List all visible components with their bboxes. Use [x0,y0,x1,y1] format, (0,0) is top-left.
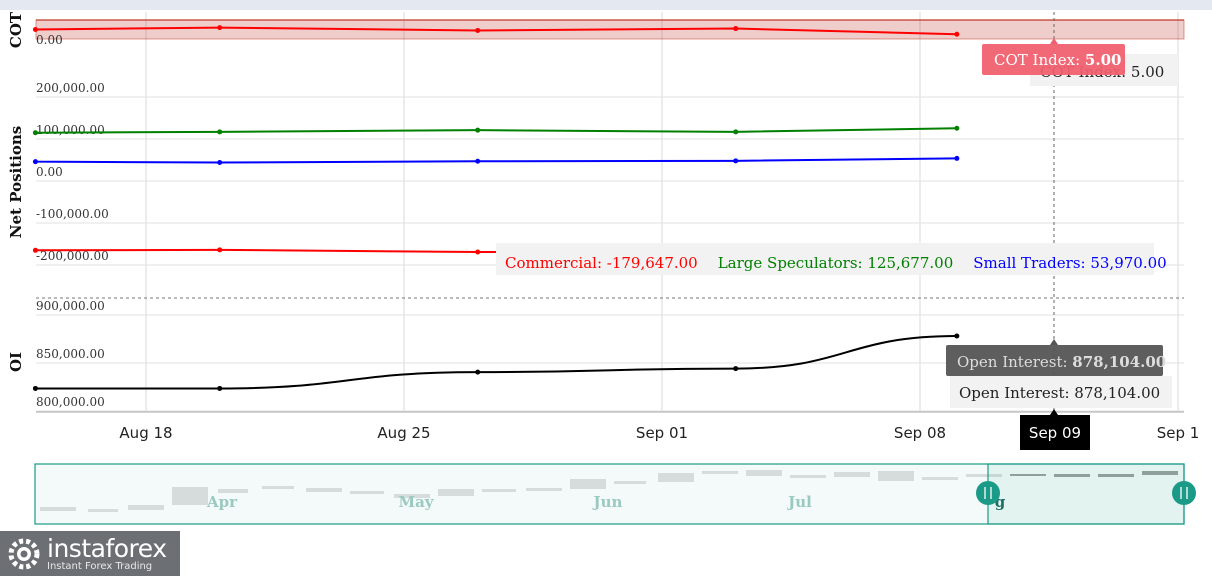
logo-tagline: Instant Forex Trading [47,560,153,572]
navigator-month-label: Jul [786,493,812,511]
series-point [475,27,481,33]
series-point [733,366,739,372]
series-point [32,130,38,136]
hover-date-label: Sep 09 [1020,409,1090,450]
cot-chart[interactable]: COT Net Positions OI 0.00 200,000.00 100,0… [0,0,1212,530]
y-tick-label: 200,000.00 [36,81,105,95]
series-line-net-1 [35,127,957,134]
series-point [954,155,960,161]
instaforex-logo: instaforex Instant Forex Trading [0,531,180,576]
series-point [217,129,223,135]
tooltip-small-traders: Small Traders: [973,254,1090,272]
series-line-oi-0 [35,335,957,390]
range-navigator[interactable]: Apr May Jun Jul g [34,463,1196,525]
y-ticks: 0.00200,000.00100,000.000.00-100,000.00-… [36,33,109,409]
oi-hover-tooltip: Open Interest: 878,104.00 [946,339,1166,376]
series-point [32,27,38,32]
series-point [217,385,223,391]
oi-fixed-tooltip: Open Interest: 878,104.00 [950,376,1172,408]
y-tick-label: 850,000.00 [36,347,105,361]
x-tick-label: Sep 08 [894,424,946,442]
series-point [475,249,481,255]
y-tick-label: 900,000.00 [36,299,105,313]
series-point [217,160,223,166]
navigator-month-label: Jun [592,493,623,511]
series-point [475,158,481,164]
series-point [475,127,481,133]
series-point [32,385,38,391]
x-tick-label: Sep 1 [1157,424,1200,442]
navigator-month-label: Apr [206,493,238,511]
net-fixed-tooltip: Commercial: -179,647.00 Large Speculators… [496,243,1167,275]
series-point [217,247,223,253]
tooltip-commercial: Commercial: [505,254,607,272]
navigator-selection[interactable] [987,463,1185,525]
series-point [954,333,960,339]
y-tick-label: -100,000.00 [36,207,109,221]
series-point [733,129,739,135]
y-tick-label: 100,000.00 [36,123,105,137]
tooltip-large-speculators: Large Speculators: [718,254,868,272]
series-point [32,159,38,165]
series-point [32,247,38,253]
navigator-unselected [35,464,988,524]
navigator-month-label: May [398,493,434,511]
svg-text:Sep 09: Sep 09 [1029,424,1081,442]
y-tick-label: 0.00 [36,165,63,179]
ylabel-oi: OI [7,352,25,372]
cot-hover-tooltip: COT Index: 5.00 [982,38,1125,75]
series-line-net-2 [35,157,957,164]
navigator-handle-left[interactable] [976,481,1000,505]
svg-text:COT Index: 5.00: COT Index: 5.00 [994,51,1121,69]
navigator-handle-right[interactable] [1172,481,1196,505]
svg-text:Commercial: -179,647.00Large S: Commercial: -179,647.00 Large Speculators… [505,254,1167,272]
series-point [733,26,739,32]
y-tick-label: 0.00 [36,33,63,47]
series-point [475,369,481,375]
series-point [733,158,739,164]
series-point [954,125,960,131]
series-layer [32,25,960,391]
ylabel-net: Net Positions [7,126,25,238]
gear-people-icon [5,535,43,573]
logo-name: instaforex [47,533,167,563]
series-point [954,31,960,37]
series-point [217,25,223,31]
y-tick-label: 800,000.00 [36,395,105,409]
svg-text:Open Interest: 878,104.00: Open Interest: 878,104.00 [959,384,1160,402]
x-tick-label: Aug 25 [377,424,430,442]
x-tick-label: Sep 01 [636,424,688,442]
x-tick-label: Aug 18 [119,424,172,442]
svg-text:Open Interest: 878,104.00: Open Interest: 878,104.00 [957,353,1166,371]
ylabel-cot: COT [7,11,25,48]
